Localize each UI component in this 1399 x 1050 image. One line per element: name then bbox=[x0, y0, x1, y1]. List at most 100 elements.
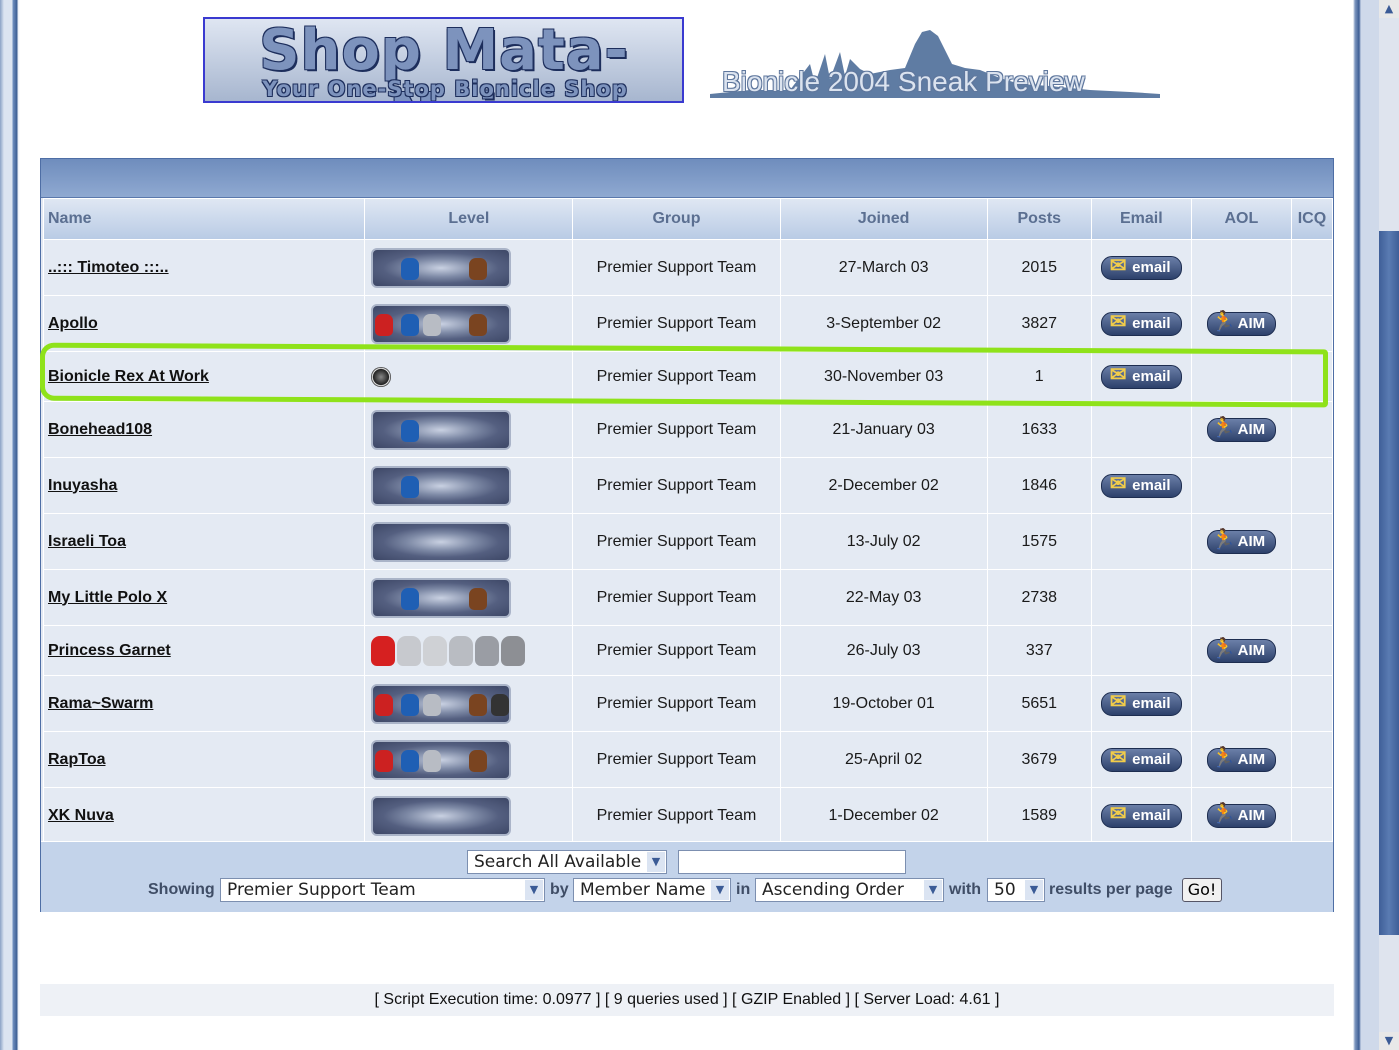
scroll-thumb[interactable] bbox=[1379, 231, 1399, 935]
mask-icon bbox=[401, 587, 420, 610]
go-button[interactable]: Go! bbox=[1182, 878, 1222, 902]
aim-button[interactable]: 🏃 AIM bbox=[1206, 529, 1277, 554]
group-filter-value: Premier Support Team bbox=[227, 880, 416, 900]
level-badge bbox=[371, 683, 512, 724]
running-man-icon: 🏃 bbox=[1211, 802, 1237, 825]
chevron-down-icon: ▼ bbox=[647, 852, 665, 872]
member-name-link[interactable]: Rama~Swarm bbox=[48, 695, 153, 712]
member-table: Name Level Group Joined Posts Email AOL … bbox=[43, 198, 1333, 844]
running-man-icon: 🏃 bbox=[1211, 416, 1237, 439]
search-input[interactable] bbox=[678, 850, 906, 874]
member-name-link[interactable]: Bonehead108 bbox=[48, 421, 152, 438]
panel-header-bar bbox=[41, 159, 1333, 198]
sort-field-select[interactable]: Member Name ▼ bbox=[573, 878, 731, 902]
envelope-icon: ✉ bbox=[1109, 472, 1127, 495]
aol-cell: 🏃 AIM bbox=[1191, 514, 1291, 569]
scroll-down-icon[interactable]: ▼ bbox=[1379, 1032, 1399, 1050]
level-cell bbox=[365, 514, 573, 569]
scroll-up-icon[interactable]: ▲ bbox=[1379, 0, 1399, 18]
email-button[interactable]: ✉ email bbox=[1101, 691, 1182, 716]
group-filter-select[interactable]: Premier Support Team ▼ bbox=[220, 878, 545, 902]
joined-cell: 1-December 02 bbox=[780, 788, 987, 843]
column-header-posts[interactable]: Posts bbox=[987, 199, 1091, 239]
member-name-link[interactable]: Apollo bbox=[48, 315, 98, 332]
column-header-joined[interactable]: Joined bbox=[780, 199, 987, 239]
shop-logo[interactable]: Shop Mata-Nui Your One-Stop Bionicle Sho… bbox=[203, 17, 684, 103]
server-stats-bar: [ Script Execution time: 0.0977 ] [ 9 qu… bbox=[40, 984, 1334, 1016]
icq-cell bbox=[1291, 626, 1332, 675]
results-count-select[interactable]: 50 ▼ bbox=[987, 878, 1045, 902]
running-man-icon: 🏃 bbox=[1211, 746, 1237, 769]
member-name-cell: My Little Polo X bbox=[44, 570, 365, 625]
email-button[interactable]: ✉ email bbox=[1101, 255, 1182, 280]
aim-button[interactable]: 🏃 AIM bbox=[1206, 311, 1277, 336]
email-button[interactable]: ✉ email bbox=[1101, 803, 1182, 828]
mask-icon bbox=[469, 749, 488, 772]
joined-cell: 21-January 03 bbox=[780, 402, 987, 457]
group-cell: Premier Support Team bbox=[573, 458, 780, 513]
aim-label: AIM bbox=[1237, 806, 1266, 824]
group-cell: Premier Support Team bbox=[573, 296, 780, 351]
email-button[interactable]: ✉ email bbox=[1101, 747, 1182, 772]
group-cell: Premier Support Team bbox=[573, 570, 780, 625]
member-name-link[interactable]: Israeli Toa bbox=[48, 533, 126, 550]
email-cell: ✉ email bbox=[1091, 240, 1191, 295]
mask-icon bbox=[401, 475, 420, 498]
sneak-preview-banner[interactable]: Bionicle 2004 Sneak Preview bbox=[722, 66, 1085, 98]
aim-label: AIM bbox=[1237, 314, 1266, 332]
highlight-annotation bbox=[40, 342, 1328, 408]
aol-cell: 🏃 AIM bbox=[1191, 788, 1291, 843]
mask-icon bbox=[375, 693, 394, 716]
scroll-track-lower[interactable] bbox=[1379, 935, 1399, 1032]
member-name-link[interactable]: XK Nuva bbox=[48, 807, 114, 824]
level-cell bbox=[365, 296, 573, 351]
posts-cell: 1589 bbox=[987, 788, 1091, 843]
email-cell: ✉ email bbox=[1091, 296, 1191, 351]
level-badge bbox=[371, 247, 512, 288]
level-cell bbox=[365, 676, 573, 731]
email-cell bbox=[1091, 626, 1191, 675]
member-filter-bar: Search All Available ▼ Showing Premier S… bbox=[41, 841, 1333, 912]
member-name-link[interactable]: ..::: Timoteo :::.. bbox=[48, 259, 169, 276]
level-badge bbox=[371, 465, 512, 506]
level-cell bbox=[365, 570, 573, 625]
envelope-icon: ✉ bbox=[1109, 690, 1127, 713]
email-cell: ✉ email bbox=[1091, 458, 1191, 513]
scroll-track-upper[interactable] bbox=[1379, 18, 1399, 231]
email-label: email bbox=[1132, 476, 1171, 494]
aol-cell: 🏃 AIM bbox=[1191, 402, 1291, 457]
aol-cell: 🏃 AIM bbox=[1191, 296, 1291, 351]
member-name-link[interactable]: Inuyasha bbox=[48, 477, 117, 494]
vertical-scrollbar[interactable]: ▲ ▼ bbox=[1379, 0, 1399, 1050]
group-cell: Premier Support Team bbox=[573, 732, 780, 787]
mask-icon bbox=[401, 419, 420, 442]
aim-button[interactable]: 🏃 AIM bbox=[1206, 747, 1277, 772]
level-badge bbox=[371, 577, 512, 618]
mask-icon bbox=[401, 257, 420, 280]
sort-order-select[interactable]: Ascending Order ▼ bbox=[755, 878, 944, 902]
member-name-link[interactable]: My Little Polo X bbox=[48, 589, 167, 606]
member-name-link[interactable]: Princess Garnet bbox=[48, 642, 171, 659]
search-scope-select[interactable]: Search All Available ▼ bbox=[467, 850, 667, 874]
column-header-group[interactable]: Group bbox=[573, 199, 780, 239]
email-button[interactable]: ✉ email bbox=[1101, 311, 1182, 336]
member-name-link[interactable]: RapToa bbox=[48, 751, 105, 768]
column-header-name[interactable]: Name bbox=[44, 199, 365, 239]
envelope-icon: ✉ bbox=[1109, 254, 1127, 277]
table-row: My Little Polo X Premier Support Team 22… bbox=[44, 570, 1332, 625]
email-button[interactable]: ✉ email bbox=[1101, 473, 1182, 498]
email-cell bbox=[1091, 514, 1191, 569]
aol-cell: 🏃 AIM bbox=[1191, 732, 1291, 787]
joined-cell: 2-December 02 bbox=[780, 458, 987, 513]
aim-button[interactable]: 🏃 AIM bbox=[1206, 638, 1277, 663]
gray-mask-icon bbox=[397, 635, 422, 666]
aim-button[interactable]: 🏃 AIM bbox=[1206, 803, 1277, 828]
joined-cell: 25-April 02 bbox=[780, 732, 987, 787]
group-cell: Premier Support Team bbox=[573, 514, 780, 569]
icq-cell bbox=[1291, 676, 1332, 731]
email-cell bbox=[1091, 402, 1191, 457]
aim-button[interactable]: 🏃 AIM bbox=[1206, 417, 1277, 442]
aim-label: AIM bbox=[1237, 420, 1266, 438]
level-badge bbox=[371, 303, 512, 344]
level-cell bbox=[365, 626, 573, 675]
